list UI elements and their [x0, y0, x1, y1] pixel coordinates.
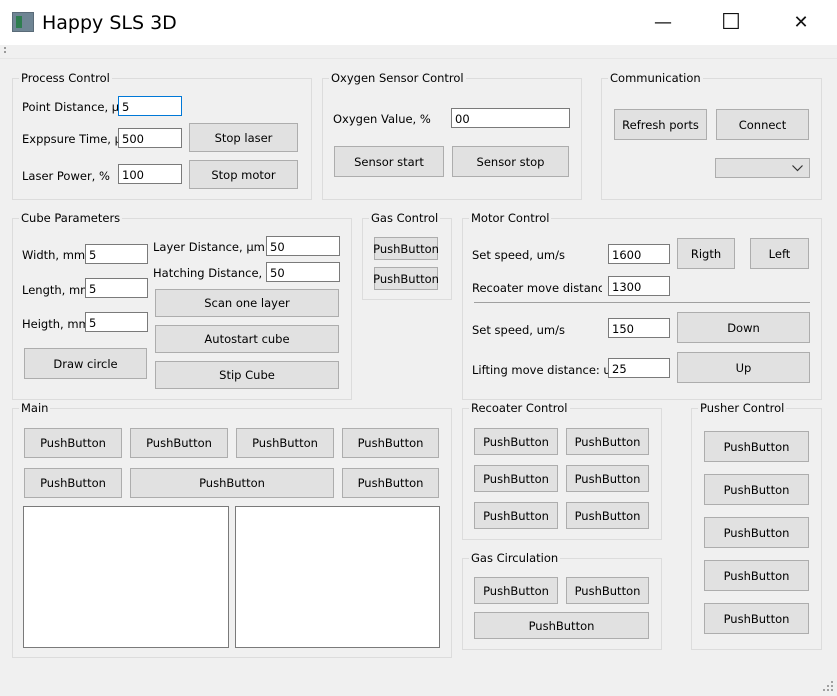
length-input[interactable]: 5: [85, 278, 148, 298]
gas-circulation-button-2[interactable]: PushButton: [566, 577, 649, 604]
stop-motor-button[interactable]: Stop motor: [189, 160, 298, 189]
set-speed-1-label: Set speed, um/s: [472, 248, 565, 262]
left-button[interactable]: Left: [750, 238, 809, 269]
set-speed-1-input[interactable]: 1600: [608, 244, 670, 264]
stip-cube-button[interactable]: Stip Cube: [155, 361, 339, 389]
recoater-button-5[interactable]: PushButton: [474, 502, 558, 529]
main-button-5[interactable]: PushButton: [24, 468, 122, 498]
process-control-title: Process Control: [19, 71, 112, 85]
exposure-time-label: Exppsure Time, µs: [22, 132, 128, 146]
gas-circulation-button-1[interactable]: PushButton: [474, 577, 558, 604]
hatching-distance-input[interactable]: 50: [266, 262, 340, 282]
motor-divider: [474, 302, 810, 303]
pusher-button-1[interactable]: PushButton: [704, 431, 809, 462]
set-speed-2-label: Set speed, um/s: [472, 323, 565, 337]
cube-parameters-title: Cube Parameters: [19, 211, 123, 225]
height-label: Heigth, mm: [22, 317, 90, 331]
close-button[interactable]: ✕: [778, 0, 824, 45]
minimize-button[interactable]: —: [640, 0, 686, 45]
minimize-icon: —: [654, 12, 672, 33]
hatching-distance-label: Hatching Distance, µm: [153, 266, 285, 280]
chevron-down-icon: [792, 165, 803, 172]
point-distance-input[interactable]: 5: [118, 96, 182, 116]
main-title: Main: [19, 401, 51, 415]
exposure-time-input[interactable]: 500: [118, 128, 182, 148]
length-label: Length, mm: [22, 283, 92, 297]
recoater-distance-label: Recoater move distance: u: [472, 281, 602, 295]
recoater-button-6[interactable]: PushButton: [566, 502, 649, 529]
maximize-button[interactable]: ☐: [708, 0, 754, 45]
recoater-control-title: Recoater Control: [469, 401, 570, 415]
main-text-area-left[interactable]: [23, 506, 229, 648]
main-button-2[interactable]: PushButton: [130, 428, 228, 458]
refresh-ports-button[interactable]: Refresh ports: [614, 109, 707, 140]
up-button[interactable]: Up: [677, 352, 810, 383]
main-button-7[interactable]: PushButton: [342, 468, 439, 498]
motor-control-title: Motor Control: [469, 211, 552, 225]
stop-laser-button[interactable]: Stop laser: [189, 123, 298, 152]
height-input[interactable]: 5: [85, 312, 148, 332]
toolbar: [0, 45, 837, 59]
laser-power-input[interactable]: 100: [118, 164, 182, 184]
oxygen-sensor-title: Oxygen Sensor Control: [329, 71, 466, 85]
main-button-6[interactable]: PushButton: [130, 468, 334, 498]
main-button-1[interactable]: PushButton: [24, 428, 122, 458]
set-speed-2-input[interactable]: 150: [608, 318, 670, 338]
main-button-4[interactable]: PushButton: [342, 428, 439, 458]
gas-control-button-2[interactable]: PushButton: [373, 267, 439, 290]
app-icon: [12, 12, 34, 32]
gas-circulation-button-3[interactable]: PushButton: [474, 612, 649, 639]
recoater-button-1[interactable]: PushButton: [474, 428, 558, 455]
width-input[interactable]: 5: [85, 244, 148, 264]
communication-title: Communication: [608, 71, 703, 85]
layer-distance-input[interactable]: 50: [266, 236, 340, 256]
gas-circulation-title: Gas Circulation: [469, 551, 561, 565]
pusher-button-3[interactable]: PushButton: [704, 517, 809, 548]
scan-one-layer-button[interactable]: Scan one layer: [155, 289, 339, 317]
gas-control-title: Gas Control: [369, 211, 441, 225]
layer-distance-label: Layer Distance, µm: [153, 240, 265, 254]
right-button[interactable]: Rigth: [677, 238, 735, 269]
close-icon: ✕: [793, 12, 809, 33]
laser-power-label: Laser Power, %: [22, 169, 110, 183]
width-label: Width, mm: [22, 248, 86, 262]
lifting-distance-input[interactable]: 25: [608, 358, 670, 378]
resize-grip-icon[interactable]: [822, 680, 834, 692]
oxygen-value-input[interactable]: 00: [451, 108, 570, 128]
main-button-3[interactable]: PushButton: [236, 428, 334, 458]
maximize-icon: ☐: [721, 10, 741, 35]
sensor-stop-button[interactable]: Sensor stop: [452, 146, 569, 177]
oxygen-sensor-group: Oxygen Sensor Control: [322, 71, 582, 200]
recoater-button-3[interactable]: PushButton: [474, 465, 558, 492]
recoater-button-2[interactable]: PushButton: [566, 428, 649, 455]
point-distance-label: Point Distance, µm: [22, 100, 131, 114]
connect-button[interactable]: Connect: [716, 109, 809, 140]
port-select[interactable]: [715, 158, 810, 178]
down-button[interactable]: Down: [677, 312, 810, 343]
pusher-button-4[interactable]: PushButton: [704, 560, 809, 591]
toolbar-grip-icon[interactable]: [4, 47, 8, 57]
gas-control-button-1[interactable]: PushButton: [373, 237, 439, 260]
recoater-button-4[interactable]: PushButton: [566, 465, 649, 492]
lifting-distance-label: Lifting move distance: um: [472, 363, 622, 377]
main-text-area-right[interactable]: [235, 506, 440, 648]
pusher-control-title: Pusher Control: [698, 401, 787, 415]
pusher-button-2[interactable]: PushButton: [704, 474, 809, 505]
oxygen-value-label: Oxygen Value, %: [333, 112, 431, 126]
window-title: Happy SLS 3D: [42, 12, 177, 34]
recoater-distance-input[interactable]: 1300: [608, 276, 670, 296]
autostart-cube-button[interactable]: Autostart cube: [155, 325, 339, 353]
draw-circle-button[interactable]: Draw circle: [24, 348, 147, 379]
sensor-start-button[interactable]: Sensor start: [334, 146, 444, 177]
pusher-button-5[interactable]: PushButton: [704, 603, 809, 634]
